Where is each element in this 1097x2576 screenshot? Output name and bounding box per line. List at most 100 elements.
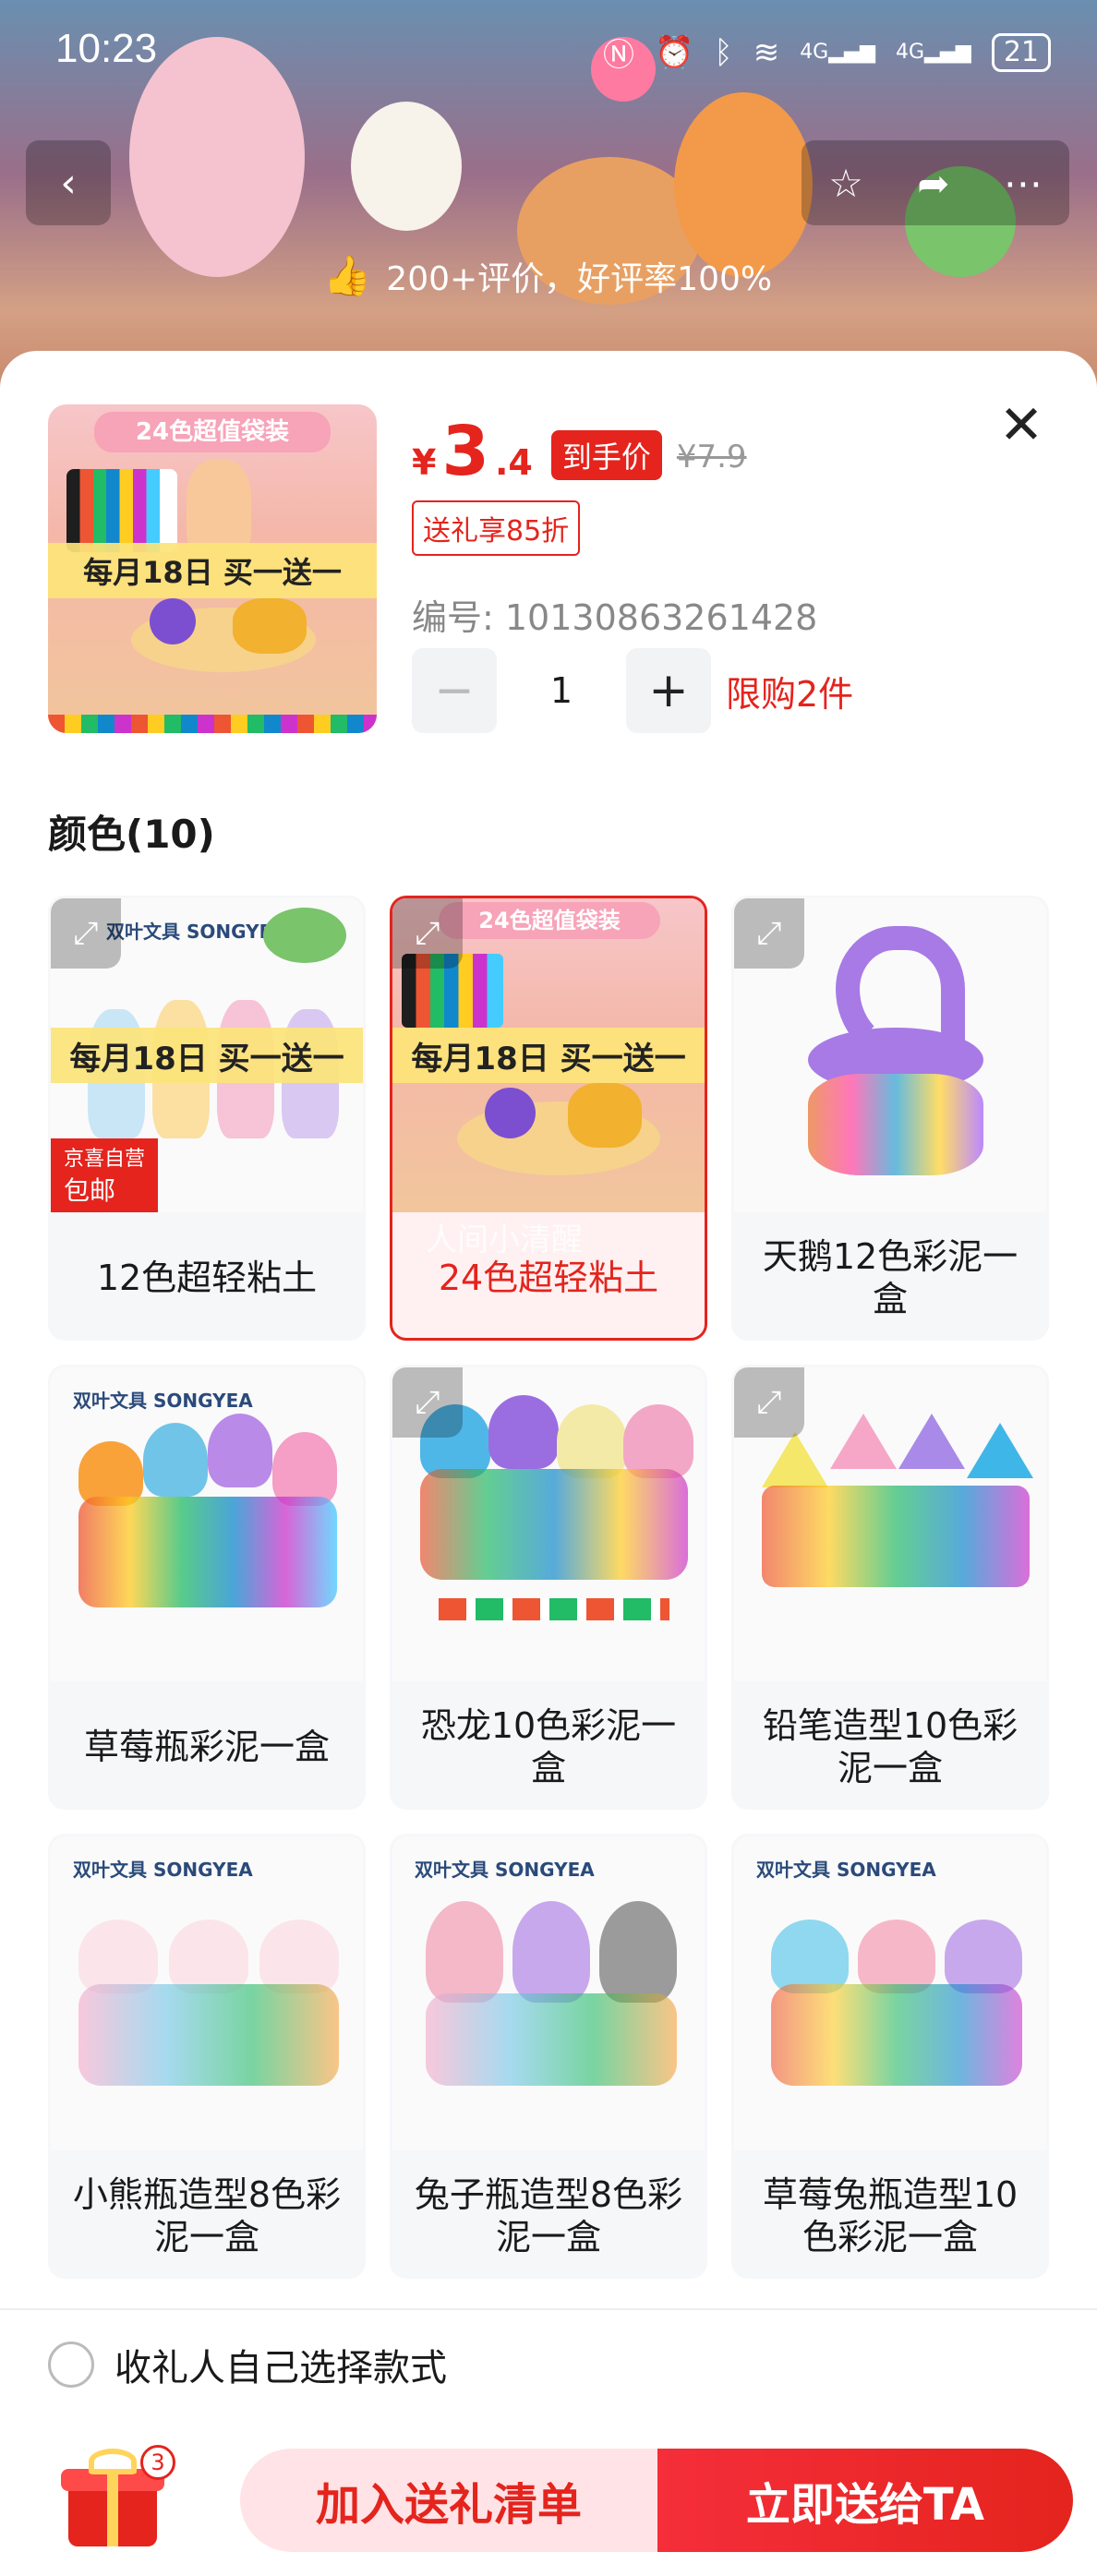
dino-2 (488, 1395, 559, 1469)
dino-3 (557, 1404, 627, 1478)
promo-band: 每月18日 买一送一 (392, 1028, 705, 1083)
clay-octopus (150, 598, 196, 644)
color-option-dinosaur-10[interactable]: ⤢ 恐龙10色彩泥一盒 (390, 1365, 707, 1810)
option-image: 双叶文具 SONGYEA (51, 1367, 363, 1681)
option-label: 天鹅12色彩泥一盒 (762, 1236, 1019, 1319)
option-label: 恐龙10色彩泥一盒 (420, 1705, 677, 1788)
bear-3 (259, 1920, 339, 1993)
alarm-icon: ⏰ (654, 33, 694, 71)
gift-discount-badge: 送礼享85折 (412, 500, 581, 556)
clay-sticks (439, 1598, 669, 1620)
color-option-strawberry-rabbit-10[interactable]: 双叶文具 SONGYEA 草莓兔瓶造型10色彩泥一盒 (731, 1834, 1049, 2279)
color-option-rabbit-bottle-8[interactable]: 双叶文具 SONGYEA 兔子瓶造型8色彩泥一盒 (390, 1834, 707, 2279)
chevron-left-icon: ‹ (60, 159, 77, 207)
close-button[interactable]: ✕ (994, 398, 1049, 454)
quantity-stepper: − 1 + 限购2件 (412, 648, 853, 733)
dino-4 (623, 1404, 693, 1478)
nfc-icon: Ⓝ (602, 37, 634, 74)
send-gift-now-button[interactable]: 立即送给TA (657, 2449, 1073, 2552)
share-icon[interactable]: ➦ (917, 161, 949, 206)
expand-icon[interactable]: ⤢ (734, 1367, 804, 1438)
expand-icon[interactable]: ⤢ (392, 898, 463, 969)
pencil-cap-2 (830, 1414, 897, 1469)
pencil-cap-1 (762, 1432, 828, 1487)
expand-icon[interactable]: ⤢ (734, 898, 804, 969)
clay-bottles (78, 1984, 339, 2086)
sku-code: 编号: 10130863261428 (412, 597, 818, 638)
bluetooth-icon: ᛒ (714, 33, 733, 71)
option-label: 24色超轻粘土 (438, 1258, 659, 1298)
price-currency: ¥ (412, 442, 437, 483)
expand-icon[interactable]: ⤢ (51, 898, 121, 969)
option-label: 草莓瓶彩泥一盒 (83, 1727, 330, 1767)
color-option-bear-bottle-8[interactable]: 双叶文具 SONGYEA 小熊瓶造型8色彩泥一盒 (48, 1834, 366, 2279)
status-time: 10:23 (55, 26, 158, 71)
quantity-value[interactable]: 1 (497, 670, 626, 711)
status-bar: 10:23 Ⓝ ⏰ ᛒ ≋ 4G▂▄▆ 4G▂▄▆ 21 (0, 0, 1097, 109)
brand-logo: 双叶文具 SONGYEA (415, 1859, 595, 1881)
selected-product-thumbnail[interactable]: 24色超值袋装 每月18日 买一送一 (48, 404, 377, 733)
color-section-title: 颜色(10) (48, 812, 215, 857)
status-icons: Ⓝ ⏰ ᛒ ≋ 4G▂▄▆ 4G▂▄▆ 21 (603, 30, 1051, 75)
clay-bottles (771, 1984, 1022, 2086)
flower-decor (263, 908, 346, 963)
clay-lion (568, 1083, 642, 1148)
color-option-pencil-10[interactable]: ⤢ 铅笔造型10色彩泥一盒 (731, 1365, 1049, 1810)
thumb-promo-band: 每月18日 买一送一 (48, 543, 377, 598)
more-icon[interactable]: ⋯ (1004, 161, 1043, 206)
option-label: 兔子瓶造型8色彩泥一盒 (414, 2174, 683, 2257)
brand-logo: 双叶文具 SONGYEA (73, 1390, 253, 1412)
clay-lion (233, 598, 307, 654)
rating-text: 200+评价，好评率100% (386, 260, 773, 298)
clay-jar (808, 1074, 983, 1175)
clay-octopus (485, 1088, 536, 1138)
brand-logo: 双叶文具 SONGYEA (756, 1859, 936, 1881)
option-label: 草莓兔瓶造型10色彩泥一盒 (762, 2174, 1019, 2257)
color-option-strawberry-bottle[interactable]: 双叶文具 SONGYEA 草莓瓶彩泥一盒 (48, 1365, 366, 1810)
rabbit-3 (599, 1901, 677, 2003)
cap-3 (208, 1414, 272, 1487)
recipient-choose-label: 收礼人自己选择款式 (115, 2347, 447, 2389)
clay-bottles (426, 1993, 677, 2086)
color-option-12-light-clay[interactable]: 双叶文具 SONGYEA 每月18日 买一送一 京喜自营 包邮 ⤢ 12色超轻粘土 (48, 896, 366, 1341)
increase-quantity-button[interactable]: + (626, 648, 711, 733)
price-decimal: .4 (494, 442, 533, 483)
color-option-24-light-clay[interactable]: 24色超值袋装 每月18日 买一送一 ⤢ 人间小清醒 24色超轻粘土 (390, 896, 707, 1341)
option-banner: 24色超值袋装 (439, 902, 660, 939)
favorite-star-icon[interactable]: ☆ (828, 161, 863, 206)
radio-button[interactable] (48, 2341, 94, 2388)
cap-4 (272, 1432, 337, 1506)
promo-band: 每月18日 买一送一 (51, 1028, 363, 1083)
clay-bottles (762, 1486, 1030, 1587)
option-label: 小熊瓶造型8色彩泥一盒 (72, 2174, 342, 2257)
final-price-tag: 到手价 (550, 430, 662, 480)
recipient-choose-option[interactable]: 收礼人自己选择款式 (0, 2308, 1097, 2419)
gift-ribbon (107, 2469, 118, 2546)
back-button[interactable]: ‹ (26, 140, 111, 225)
cap-2 (143, 1423, 208, 1497)
rating-summary[interactable]: 👍 200+评价，好评率100% (323, 244, 772, 308)
brand-logo: 双叶文具 SONGYEA (106, 921, 286, 943)
add-to-gift-list-button[interactable]: 加入送礼清单 (240, 2449, 657, 2552)
wifi-icon: ≋ (753, 33, 780, 71)
cartoon-girl (187, 460, 251, 552)
pencil-cap-3 (898, 1414, 965, 1469)
option-image: 双叶文具 SONGYEA (392, 1836, 705, 2150)
minus-icon: − (434, 663, 475, 718)
purchase-limit: 限购2件 (726, 673, 854, 715)
gift-list-button[interactable]: 3 (61, 2445, 175, 2550)
option-label: 铅笔造型10色彩泥一盒 (762, 1705, 1019, 1788)
top-actions: ☆ ➦ ⋯ (802, 140, 1069, 225)
gift-count-badge: 3 (140, 2445, 175, 2480)
battery-indicator: 21 (991, 32, 1051, 72)
original-price: ¥7.9 (676, 439, 747, 475)
bear-1 (78, 1920, 158, 1993)
color-option-grid: 双叶文具 SONGYEA 每月18日 买一送一 京喜自营 包邮 ⤢ 12色超轻粘土… (48, 896, 1049, 2279)
decrease-quantity-button[interactable]: − (412, 648, 497, 733)
thumbs-up-icon: 👍 (323, 253, 372, 298)
option-image: 双叶文具 SONGYEA (734, 1836, 1046, 2150)
cap-3 (945, 1920, 1022, 1993)
option-image: 双叶文具 SONGYEA (51, 1836, 363, 2150)
color-option-swan-12[interactable]: ⤢ 天鹅12色彩泥一盒 (731, 896, 1049, 1341)
expand-icon[interactable]: ⤢ (392, 1367, 463, 1438)
